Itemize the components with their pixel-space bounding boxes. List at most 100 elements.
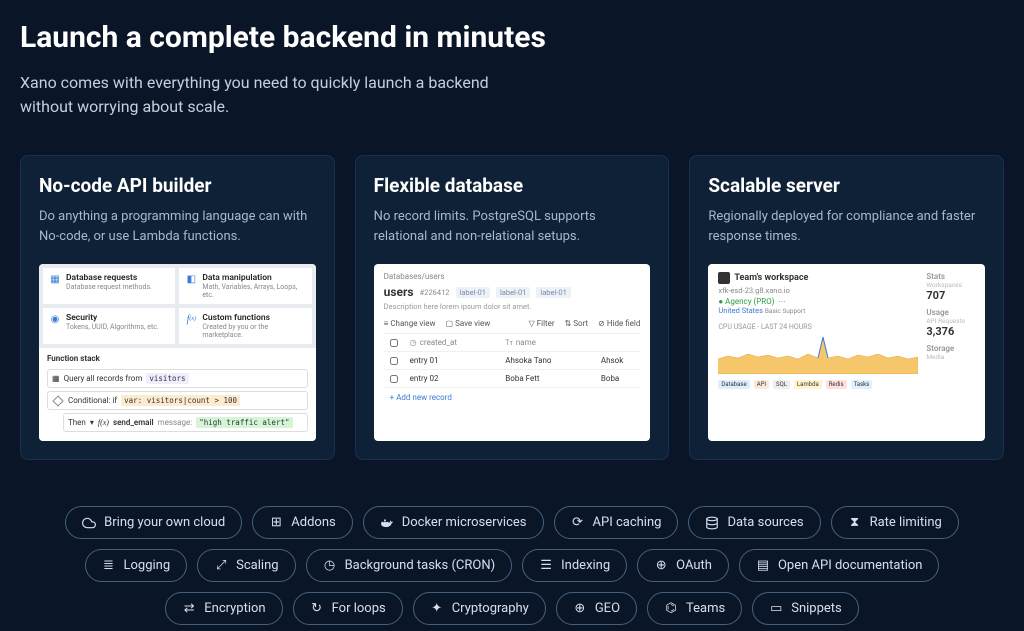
feature-pill-label: Cryptography bbox=[452, 601, 529, 616]
logging-icon: ≣ bbox=[102, 559, 116, 573]
feature-pill-geo[interactable]: ⊕ GEO bbox=[556, 592, 637, 625]
feature-pill-scaling[interactable]: ⤢ Scaling bbox=[197, 549, 295, 582]
feature-pill-teams[interactable]: ⌬Teams bbox=[647, 592, 742, 625]
hide-field-button: ⊘ Hide field bbox=[598, 319, 640, 328]
fn-row-conditional: Conditional: if var: visitors|count > 10… bbox=[47, 391, 308, 410]
database-icon: ▦ bbox=[49, 273, 61, 285]
addons-icon: ⊞ bbox=[269, 516, 283, 530]
scaling-icon: ⤢ bbox=[214, 559, 228, 573]
card-scalable-server: Scalable server Regionally deployed for … bbox=[689, 155, 1004, 460]
feature-pill-indexing[interactable]: ☰Indexing bbox=[522, 549, 627, 582]
table-toolbar: ≡ Change view ▢ Save view ▽ Filter ⇅ Sor… bbox=[384, 319, 641, 334]
table-header: ◷created_at Tт name bbox=[384, 334, 641, 352]
feature-pill-forloops[interactable]: ↻ For loops bbox=[293, 592, 403, 625]
page-title: Launch a complete backend in minutes bbox=[20, 20, 1004, 55]
card-title: Flexible database bbox=[374, 174, 651, 197]
feature-pill-crypto[interactable]: ✦ Cryptography bbox=[413, 592, 546, 625]
server-preview: Team's workspace xfk-esd-23.g8.xano.io ●… bbox=[708, 264, 985, 441]
feature-pill-docker[interactable]: Docker microservices bbox=[363, 506, 544, 539]
api-tile-security: ◉ Security Tokens, UUID, Algorithms, etc… bbox=[43, 308, 175, 344]
table-desc: Description here lorem ipsum dolor sit a… bbox=[384, 302, 641, 311]
feature-pill-oauth[interactable]: ⊕OAuth bbox=[637, 549, 729, 582]
table-row: entry 01 Ahsoka Tano Ahsok bbox=[384, 352, 641, 370]
region-label: United States Basic Support bbox=[718, 306, 918, 315]
shield-icon: ◉ bbox=[49, 313, 61, 325]
feature-pill-cloud[interactable]: Bring your own cloud bbox=[65, 506, 242, 539]
chart-title: CPU USAGE - LAST 24 HOURS bbox=[718, 323, 918, 331]
page-subtitle: Xano comes with everything you need to q… bbox=[20, 71, 540, 119]
api-tile-database-requests: ▦ Database requests Database request met… bbox=[43, 268, 175, 304]
save-view-button: ▢ Save view bbox=[446, 319, 491, 328]
api-tile-data-manipulation: ◧ Data manipulation Math, Variables, Arr… bbox=[179, 268, 311, 304]
geo-icon: ⊕ bbox=[573, 602, 587, 616]
workspace-name: Team's workspace bbox=[718, 272, 918, 284]
ratelimit-icon: ⧗ bbox=[848, 516, 862, 530]
conditional-icon bbox=[52, 395, 63, 406]
card-desc: No record limits. PostgreSQL supports re… bbox=[374, 207, 651, 246]
feature-cards: No-code API builder Do anything a progra… bbox=[20, 155, 1004, 460]
feature-pill-label: OAuth bbox=[676, 558, 712, 573]
chevron-down-icon: ▾ bbox=[90, 418, 94, 427]
feature-pill-encryption[interactable]: ⇄ Encryption bbox=[165, 592, 282, 625]
datasource-icon bbox=[705, 516, 719, 530]
fn-row-then: Then ▾ f(x) send_email message: "high tr… bbox=[63, 413, 308, 432]
fn-row-query: ▦ Query all records from visitors bbox=[47, 369, 308, 388]
row-checkbox bbox=[390, 357, 398, 365]
table-id: #226412 bbox=[420, 288, 450, 297]
encryption-icon: ⇄ bbox=[182, 602, 196, 616]
feature-pill-label: Docker microservices bbox=[402, 515, 527, 530]
feature-pill-label: Scaling bbox=[236, 558, 278, 573]
feature-pill-label: Open API documentation bbox=[778, 558, 923, 573]
table-label: label-01 bbox=[496, 287, 530, 298]
table-row: entry 02 Boba Fett Boba bbox=[384, 370, 641, 388]
change-view-button: ≡ Change view bbox=[384, 319, 436, 328]
chart-legend: Database API SQL Lambda Redis Tasks bbox=[718, 380, 918, 389]
feature-pills: Bring your own cloud ⊞Addons Docker micros… bbox=[20, 506, 1004, 625]
feature-pill-label: Indexing bbox=[561, 558, 610, 573]
database-preview: Databases/users users #226412 label-01 l… bbox=[374, 264, 651, 441]
feature-pill-label: Logging bbox=[124, 558, 171, 573]
feature-pill-label: GEO bbox=[595, 601, 620, 616]
card-desc: Regionally deployed for compliance and f… bbox=[708, 207, 985, 246]
cloud-icon bbox=[82, 516, 96, 530]
crypto-icon: ✦ bbox=[430, 602, 444, 616]
function-stack: Function stack ▦ Query all records from … bbox=[39, 348, 316, 441]
feature-pill-label: Background tasks (CRON) bbox=[345, 558, 496, 573]
card-flexible-database: Flexible database No record limits. Post… bbox=[355, 155, 670, 460]
cache-icon: ⟳ bbox=[571, 516, 585, 530]
feature-pill-datasource[interactable]: Data sources bbox=[688, 506, 820, 539]
forloops-icon: ↻ bbox=[310, 602, 324, 616]
clock-icon: ◷ bbox=[410, 338, 417, 347]
workspace-url: xfk-esd-23.g8.xano.io bbox=[718, 286, 918, 295]
workspace-icon bbox=[718, 272, 730, 284]
feature-pill-label: API caching bbox=[593, 515, 662, 530]
card-desc: Do anything a programming language can w… bbox=[39, 207, 316, 246]
feature-pill-label: Rate limiting bbox=[870, 515, 942, 530]
feature-pill-cache[interactable]: ⟳ API caching bbox=[554, 506, 679, 539]
feature-pill-label: Snippets bbox=[791, 601, 842, 616]
row-checkbox bbox=[390, 375, 398, 383]
feature-pill-label: For loops bbox=[332, 601, 386, 616]
feature-pill-cron[interactable]: ◷ Background tasks (CRON) bbox=[306, 549, 513, 582]
api-tile-custom-functions: f(x) Custom functions Created by you or … bbox=[179, 308, 311, 344]
docker-icon bbox=[380, 516, 394, 530]
feature-pill-addons[interactable]: ⊞Addons bbox=[252, 506, 352, 539]
plan-badge: ● Agency (PRO)⋯ bbox=[718, 297, 918, 306]
function-icon: f(x) bbox=[185, 313, 197, 325]
feature-pill-label: Encryption bbox=[204, 601, 265, 616]
feature-pill-logging[interactable]: ≣ Logging bbox=[85, 549, 188, 582]
feature-pill-openapi[interactable]: ▤Open API documentation bbox=[739, 549, 940, 582]
filter-button: ▽ Filter bbox=[529, 319, 555, 328]
feature-pill-ratelimit[interactable]: ⧗ Rate limiting bbox=[831, 506, 959, 539]
cpu-usage-chart bbox=[718, 334, 918, 374]
breadcrumb: Databases/users bbox=[384, 272, 641, 281]
select-all-checkbox bbox=[390, 339, 398, 347]
table-name: users bbox=[384, 285, 414, 299]
feature-pill-label: Bring your own cloud bbox=[104, 515, 225, 530]
data-table: ◷created_at Tт name entry 01 Ahsoka Tano… bbox=[384, 334, 641, 388]
feature-pill-snippets[interactable]: ▭Snippets bbox=[752, 592, 859, 625]
cron-icon: ◷ bbox=[323, 559, 337, 573]
text-icon: Tт bbox=[505, 339, 513, 347]
feature-pill-label: Data sources bbox=[727, 515, 803, 530]
table-label: label-01 bbox=[536, 287, 570, 298]
